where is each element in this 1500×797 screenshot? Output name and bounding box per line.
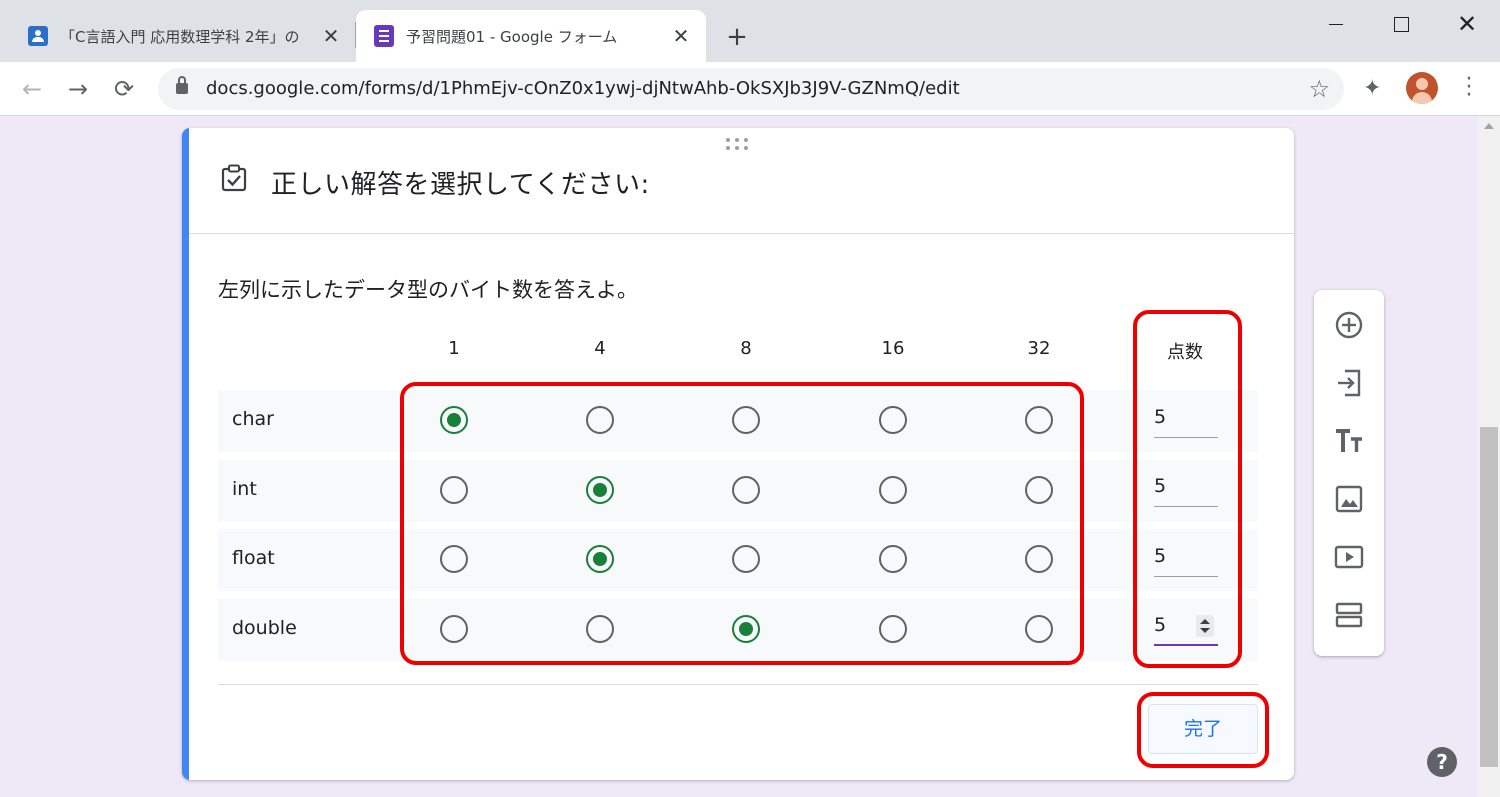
browser-toolbar: ← → ⟳ docs.google.com/forms/d/1PhmEjv-cO…: [0, 62, 1500, 116]
tab-classroom[interactable]: 「C言語入門 応用数理学科 2年」の ✕: [0, 10, 356, 62]
column-header: 32: [1027, 338, 1051, 359]
back-icon[interactable]: ←: [18, 75, 46, 103]
answer-key-title: 正しい解答を選択してください:: [271, 170, 650, 200]
close-icon[interactable]: ✕: [670, 25, 692, 47]
side-toolbar: [1314, 290, 1384, 656]
highlight-done-button: [1137, 692, 1269, 768]
question-text: 左列に示したデータ型のバイト数を答えよ。: [218, 278, 638, 302]
tab-strip: 「C言語入門 応用数理学科 2年」の ✕ 予習問題01 - Google フォー…: [0, 0, 1500, 62]
add-title-icon[interactable]: [1333, 425, 1365, 457]
forward-icon[interactable]: →: [64, 75, 92, 103]
column-header: 1: [448, 338, 460, 359]
card-divider: [218, 684, 1258, 685]
row-label: int: [232, 478, 257, 500]
add-image-icon[interactable]: [1333, 483, 1365, 515]
row-label: double: [232, 617, 297, 639]
tab-title: 「C言語入門 応用数理学科 2年」の: [60, 27, 300, 46]
add-section-icon[interactable]: [1333, 599, 1365, 631]
address-bar[interactable]: docs.google.com/forms/d/1PhmEjv-cOnZ0x1y…: [158, 68, 1344, 110]
row-label: float: [232, 547, 275, 569]
column-header: 4: [594, 338, 606, 359]
close-icon[interactable]: ✕: [320, 25, 342, 47]
classroom-icon: [28, 26, 48, 46]
scroll-up-icon[interactable]: [1484, 123, 1494, 129]
help-icon[interactable]: ?: [1427, 747, 1457, 777]
bookmark-star-icon[interactable]: ☆: [1308, 75, 1330, 103]
answer-key-header: 正しい解答を選択してください:: [189, 128, 1294, 234]
add-video-icon[interactable]: [1333, 541, 1365, 573]
add-question-icon[interactable]: [1333, 309, 1365, 341]
column-header: 16: [881, 338, 905, 359]
lock-icon: [176, 76, 188, 94]
reload-icon[interactable]: ⟳: [110, 75, 138, 103]
scrollbar-thumb[interactable]: [1480, 427, 1498, 767]
new-tab-button[interactable]: +: [724, 24, 750, 50]
window-close-button[interactable]: ✕: [1447, 10, 1487, 38]
highlight-points-column: [1133, 310, 1242, 668]
row-label: char: [232, 408, 274, 430]
menu-icon[interactable]: · · ·: [1460, 69, 1478, 107]
column-header: 8: [740, 338, 752, 359]
card-accent-bar: [182, 128, 189, 780]
import-questions-icon[interactable]: [1333, 367, 1365, 399]
avatar[interactable]: [1406, 72, 1438, 104]
forms-icon: [374, 25, 394, 47]
highlight-answer-grid: [400, 382, 1084, 665]
answer-key-icon: [221, 164, 247, 192]
url-text[interactable]: docs.google.com/forms/d/1PhmEjv-cOnZ0x1y…: [206, 78, 960, 99]
minimize-button[interactable]: [1316, 10, 1356, 38]
scrollbar[interactable]: [1478, 117, 1500, 797]
tab-title: 予習問題01 - Google フォーム: [406, 27, 618, 46]
tab-google-forms[interactable]: 予習問題01 - Google フォーム ✕: [356, 10, 706, 62]
maximize-button[interactable]: [1381, 10, 1421, 38]
extensions-icon[interactable]: ✦: [1363, 76, 1381, 101]
